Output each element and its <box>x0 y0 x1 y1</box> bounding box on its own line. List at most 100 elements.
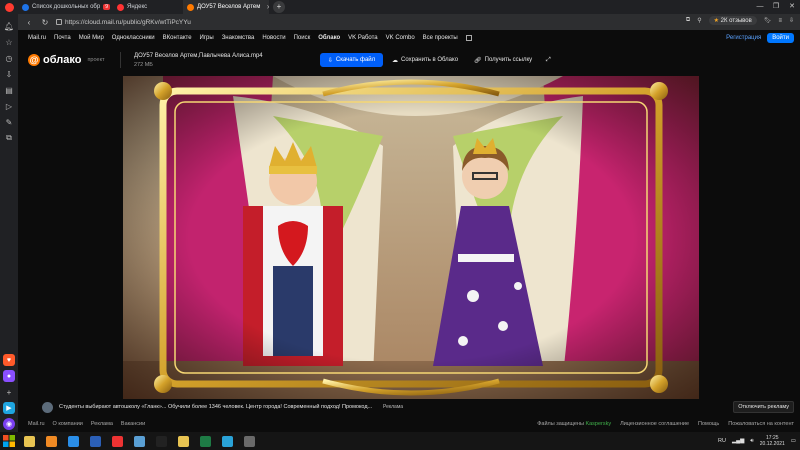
close-window-button[interactable]: ✕ <box>784 0 800 14</box>
ad-text[interactable]: Студенты выбирают автошколу «Гланк»... О… <box>59 404 372 410</box>
nav-vk-work[interactable]: VK Работа <box>348 35 377 41</box>
messenger-app-icon[interactable]: ▶ <box>3 402 15 414</box>
nav-vk-combo[interactable]: VK Combo <box>386 35 415 41</box>
footer-link-help[interactable]: Помощь <box>698 421 719 427</box>
site-rating-badge[interactable]: ★ 2К отзывов <box>708 16 757 25</box>
media-player-icon[interactable] <box>40 432 62 450</box>
add-app-icon[interactable]: + <box>3 386 15 398</box>
windows-logo-icon <box>3 435 15 447</box>
ie-icon[interactable] <box>62 432 84 450</box>
nav-dating[interactable]: Знакомства <box>222 35 255 41</box>
photo-icon-glyph <box>133 435 145 447</box>
file-size: 272 МБ <box>134 62 153 68</box>
cloud-logo[interactable]: @ облако проект <box>28 54 105 66</box>
divider <box>120 52 121 68</box>
nav-mailru[interactable]: Mail.ru <box>28 35 46 41</box>
explorer-icon[interactable] <box>18 432 40 450</box>
footer-link-ads[interactable]: Реклама <box>91 421 113 427</box>
play-icon[interactable]: ▷ <box>3 100 15 112</box>
link-label: Получить ссылку <box>484 57 533 63</box>
login-button[interactable]: Войти <box>767 33 794 43</box>
reload-icon[interactable]: ↻ <box>40 18 50 27</box>
maximize-button[interactable]: ❐ <box>768 0 784 14</box>
assistant-app-icon[interactable]: ◉ <box>3 418 15 430</box>
downloads-icon[interactable]: ⇩ <box>3 68 15 80</box>
yandex-browser-icon[interactable] <box>0 0 18 14</box>
collections-icon[interactable]: ▤ <box>3 84 15 96</box>
notifications-icon[interactable]: ▭ <box>791 438 796 444</box>
tab-video-file[interactable]: ДОУ57 Веселов Артем ✕ <box>183 0 269 14</box>
extensions-icon[interactable]: ⚲ <box>697 17 701 24</box>
yandex-app-icon[interactable]: ♥ <box>3 354 15 366</box>
register-link[interactable]: Регистрация <box>726 35 761 41</box>
tab-favicon-icon <box>117 3 124 11</box>
batman-icon[interactable] <box>150 432 172 450</box>
footer-link-report[interactable]: Пожаловаться на контент <box>728 421 794 427</box>
footer-link-mailru[interactable]: Mail.ru <box>28 421 45 427</box>
screenshot-icon[interactable]: ⧉ <box>3 132 15 144</box>
file-name: ДОУ57 Веселов Артем,Павлычева Алиса.mp4 <box>134 53 263 59</box>
back-icon[interactable]: ‹ <box>24 18 34 27</box>
tab-yandex[interactable]: Яндекс <box>113 0 183 14</box>
explorer-icon-glyph <box>23 435 35 447</box>
calc-icon[interactable] <box>238 432 260 450</box>
ad-banner: Студенты выбирают автошколу «Гланк»... О… <box>18 399 800 415</box>
folder-icon[interactable] <box>172 432 194 450</box>
nav-ok[interactable]: Одноклассники <box>112 35 155 41</box>
footer-link-jobs[interactable]: Вакансии <box>121 421 145 427</box>
volume-icon[interactable]: 🔊︎ <box>750 438 753 445</box>
url-field[interactable]: https://cloud.mail.ru/public/gRKv/wtTiPc… <box>56 19 191 26</box>
new-tab-button[interactable]: + <box>273 1 285 13</box>
tab-preschool[interactable]: Список дошкольных обр 9 <box>18 0 113 14</box>
nav-myworld[interactable]: Мой Мир <box>79 35 104 41</box>
screen: Список дошкольных обр 9 Яндекс ДОУ57 Вес… <box>0 0 800 450</box>
network-icon[interactable]: ▂▄▆ <box>732 438 744 444</box>
cloud-upload-icon: ☁ <box>392 57 398 64</box>
clock[interactable]: 17:25 20.12.2021 <box>760 435 785 447</box>
lock-icon <box>56 19 62 25</box>
start-button[interactable] <box>0 432 18 450</box>
menu-icon[interactable]: ≡ <box>778 18 782 24</box>
nav-cloud[interactable]: Облако <box>318 35 340 41</box>
notification-bell-icon[interactable]: 🔔︎ <box>3 20 15 32</box>
grid-icon[interactable] <box>465 35 472 41</box>
translate-icon[interactable]: ⧉ <box>686 17 690 24</box>
footer-link-about[interactable]: О компании <box>53 421 83 427</box>
address-bar-actions: ⧉ ⚲ ★ 2К отзывов 🔖︎ ≡ ⇩ <box>686 16 794 25</box>
video-player[interactable] <box>123 76 699 399</box>
nav-news[interactable]: Новости <box>262 35 285 41</box>
logo-suffix: проект <box>87 57 105 63</box>
get-link-button[interactable]: 🔗︎ Получить ссылку <box>474 53 532 67</box>
yandex-icon-glyph <box>111 435 123 447</box>
download-button[interactable]: ⇩ Скачать файл <box>320 53 383 67</box>
tab-label: Яндекс <box>127 4 148 10</box>
footer-link-license[interactable]: Лицензионное соглашение <box>620 421 689 427</box>
nav-games[interactable]: Игры <box>200 35 214 41</box>
bookmark-icon[interactable]: 🔖︎ <box>764 17 772 24</box>
download-icon: ⇩ <box>327 57 333 64</box>
kaspersky-link[interactable]: Kaspersky <box>585 421 611 427</box>
photo-icon[interactable] <box>128 432 150 450</box>
system-tray: RU ▂▄▆ 🔊︎ 17:25 20.12.2021 ▭ <box>718 435 796 447</box>
downloads-icon[interactable]: ⇩ <box>789 17 794 24</box>
alice-app-icon[interactable]: ● <box>3 370 15 382</box>
save-to-cloud-button[interactable]: ☁ Сохранить в Облако <box>392 53 458 67</box>
cloud-header: @ облако проект ДОУ57 Веселов Артем,Павл… <box>18 46 800 74</box>
fullscreen-button[interactable]: ⤢ <box>546 53 551 67</box>
notes-icon[interactable]: ✎ <box>3 116 15 128</box>
yandex-icon[interactable] <box>106 432 128 450</box>
paint-icon[interactable] <box>216 432 238 450</box>
nav-vk[interactable]: ВКонтакте <box>163 35 192 41</box>
disable-ads-button[interactable]: Отключить рекламу <box>733 401 794 413</box>
nav-mail[interactable]: Почта <box>54 35 71 41</box>
nav-all-projects[interactable]: Все проекты <box>423 35 458 41</box>
nav-search[interactable]: Поиск <box>294 35 311 41</box>
lang-indicator[interactable]: RU <box>718 438 726 444</box>
excel-icon[interactable] <box>194 432 216 450</box>
close-tab-icon[interactable]: ✕ <box>266 4 269 11</box>
browser-sidebar: 🔔︎ ☆ ◷ ⇩ ▤ ▷ ✎ ⧉ ♥ ● + ▶ ◉ <box>0 14 18 432</box>
word-icon[interactable] <box>84 432 106 450</box>
star-icon[interactable]: ☆ <box>3 36 15 48</box>
history-icon[interactable]: ◷ <box>3 52 15 64</box>
minimize-button[interactable]: — <box>752 0 768 14</box>
